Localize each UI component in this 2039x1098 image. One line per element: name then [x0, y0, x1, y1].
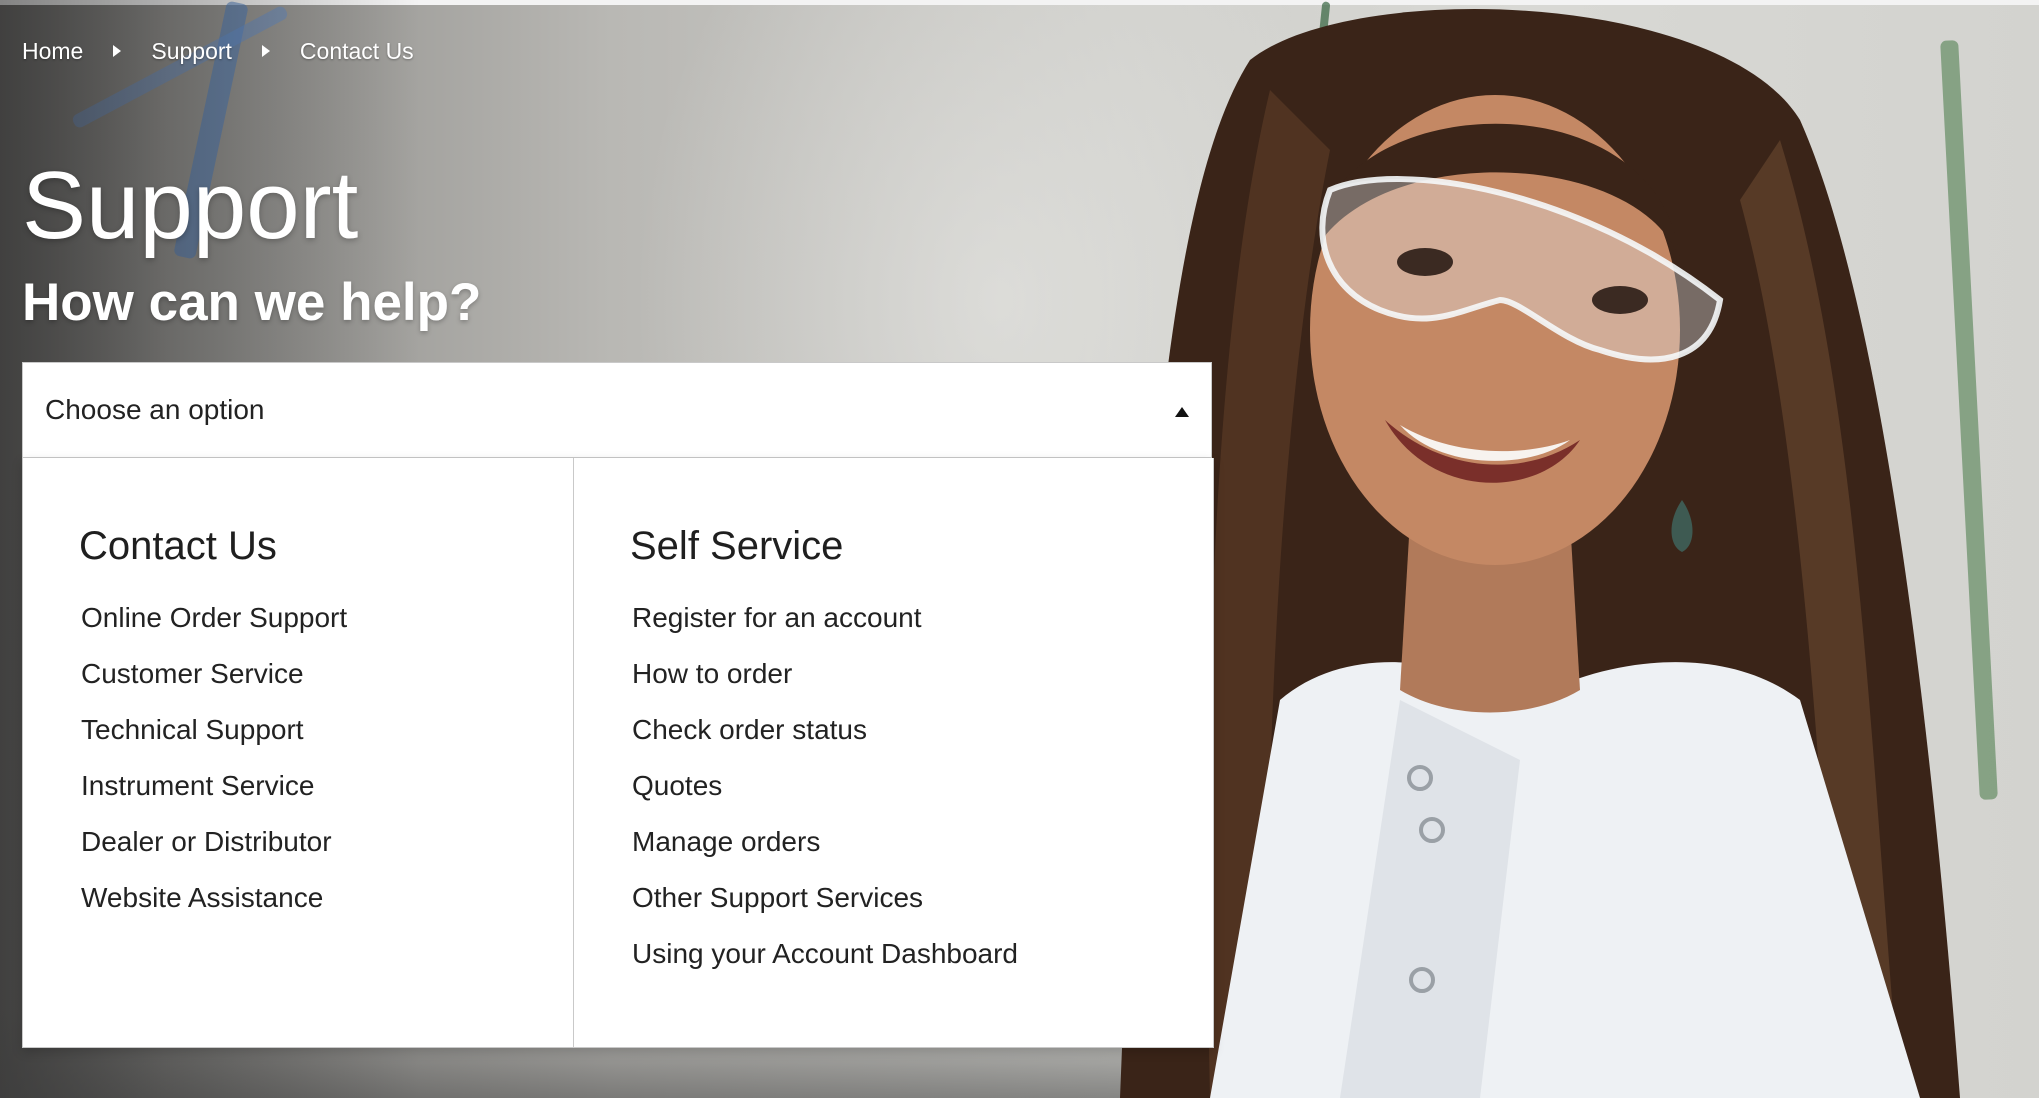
select-value: Choose an option — [45, 394, 265, 425]
self-service-list: Register for an account How to order Che… — [630, 590, 1213, 982]
help-option-select[interactable]: Choose an option — [22, 362, 1212, 458]
caret-up-icon[interactable] — [1175, 407, 1189, 417]
menu-link[interactable]: Using your Account Dashboard — [632, 938, 1018, 969]
menu-link[interactable]: Manage orders — [632, 826, 820, 857]
breadcrumb-support-link[interactable]: Support — [151, 38, 232, 65]
menu-item-instrument-service[interactable]: Instrument Service — [81, 758, 573, 814]
menu-link[interactable]: How to order — [632, 658, 792, 689]
breadcrumb-home-link[interactable]: Home — [22, 38, 83, 65]
menu-link[interactable]: Website Assistance — [81, 882, 323, 913]
menu-link[interactable]: Check order status — [632, 714, 867, 745]
dropdown-menu: Contact Us Online Order Support Customer… — [22, 458, 1214, 1048]
menu-item-quotes[interactable]: Quotes — [632, 758, 1213, 814]
column-heading-self-service: Self Service — [630, 524, 844, 568]
menu-item-website-assistance[interactable]: Website Assistance — [81, 870, 573, 926]
menu-item-account-dashboard[interactable]: Using your Account Dashboard — [632, 926, 1213, 982]
triangle-right-icon — [113, 45, 122, 57]
menu-item-check-order-status[interactable]: Check order status — [632, 702, 1213, 758]
breadcrumb: Home Support Contact Us — [22, 36, 414, 66]
menu-link[interactable]: Dealer or Distributor — [81, 826, 332, 857]
hero-person-image — [1100, 0, 2039, 1098]
breadcrumb-current: Contact Us — [299, 37, 414, 64]
menu-item-technical-support[interactable]: Technical Support — [81, 702, 573, 758]
menu-item-other-support-services[interactable]: Other Support Services — [632, 870, 1213, 926]
page-title: Support — [22, 152, 359, 259]
menu-link[interactable]: Instrument Service — [81, 770, 314, 801]
menu-item-manage-orders[interactable]: Manage orders — [632, 814, 1213, 870]
contact-us-list: Online Order Support Customer Service Te… — [79, 590, 573, 926]
menu-link[interactable]: Technical Support — [81, 714, 304, 745]
column-heading-contact-us: Contact Us — [79, 524, 277, 568]
menu-link[interactable]: Online Order Support — [81, 602, 347, 633]
menu-item-customer-service[interactable]: Customer Service — [81, 646, 573, 702]
menu-item-how-to-order[interactable]: How to order — [632, 646, 1213, 702]
menu-link[interactable]: Customer Service — [81, 658, 304, 689]
menu-link[interactable]: Quotes — [632, 770, 722, 801]
menu-item-online-order-support[interactable]: Online Order Support — [81, 590, 573, 646]
triangle-right-icon — [261, 45, 270, 57]
menu-item-register-account[interactable]: Register for an account — [632, 590, 1213, 646]
page-subtitle: How can we help? — [22, 273, 482, 332]
menu-link[interactable]: Register for an account — [632, 602, 922, 633]
self-service-column: Self Service Register for an account How… — [574, 458, 1213, 1047]
menu-link[interactable]: Other Support Services — [632, 882, 923, 913]
menu-item-dealer-or-distributor[interactable]: Dealer or Distributor — [81, 814, 573, 870]
contact-us-column: Contact Us Online Order Support Customer… — [23, 458, 574, 1047]
